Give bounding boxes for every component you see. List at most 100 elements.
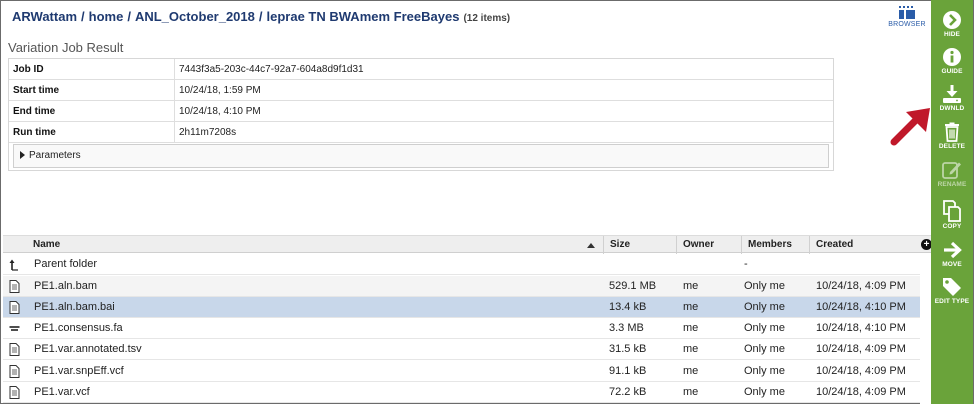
arrow-right-icon <box>944 241 962 259</box>
row-name: PE1.var.annotated.tsv <box>34 343 142 355</box>
table-row[interactable]: PE1.consensus.fa 3.3 MB me Only me 10/24… <box>3 318 920 339</box>
move-label: MOVE <box>942 261 962 268</box>
section-title: Variation Job Result <box>8 40 124 55</box>
row-members: Only me <box>744 280 785 292</box>
row-size: 72.2 kB <box>609 386 647 398</box>
download-label: DWNLD <box>939 105 965 112</box>
breadcrumb-separator: / <box>81 9 85 24</box>
row-created: 10/24/18, 4:10 PM <box>816 322 906 334</box>
hide-button[interactable]: HIDE <box>931 10 973 38</box>
row-owner: me <box>683 301 699 313</box>
up-arrow-icon <box>9 259 18 271</box>
caret-right-icon <box>20 151 25 159</box>
row-created: 10/24/18, 4:10 PM <box>816 301 906 313</box>
column-header-created[interactable]: Created <box>809 236 919 254</box>
row-members: Only me <box>744 322 785 334</box>
table-row-selected[interactable]: PE1.aln.bam.bai 13.4 kB me Only me 10/24… <box>3 297 920 318</box>
sequence-icon <box>9 326 20 331</box>
row-owner: me <box>683 322 699 334</box>
delete-button[interactable]: DELETE <box>931 122 973 150</box>
chevron-right-circle-icon <box>943 11 961 29</box>
sort-ascending-icon[interactable] <box>587 243 595 248</box>
row-name: PE1.var.snpEff.vcf <box>34 365 124 377</box>
job-key: End time <box>8 100 175 122</box>
row-owner: me <box>683 280 699 292</box>
trash-icon <box>945 122 959 142</box>
copy-icon <box>943 200 961 222</box>
breadcrumb-separator: / <box>127 9 131 24</box>
file-icon <box>9 386 20 399</box>
job-key: Start time <box>8 79 175 101</box>
file-icon <box>9 343 20 356</box>
row-name: PE1.var.vcf <box>34 386 90 398</box>
row-size: 91.1 kB <box>609 365 647 377</box>
row-owner: me <box>683 386 699 398</box>
row-members: Only me <box>744 365 785 377</box>
column-header-name[interactable]: Name <box>27 236 599 254</box>
move-button[interactable]: MOVE <box>931 240 973 268</box>
row-size: 3.3 MB <box>609 322 644 334</box>
row-owner: me <box>683 343 699 355</box>
grid-scrollbar-track[interactable] <box>920 253 931 404</box>
row-members: - <box>744 258 748 270</box>
row-members: Only me <box>744 386 785 398</box>
table-row[interactable]: PE1.aln.bam 529.1 MB me Only me 10/24/18… <box>3 276 920 297</box>
table-row[interactable]: PE1.var.vcf 72.2 kB me Only me 10/24/18,… <box>3 382 920 403</box>
edit-type-button[interactable]: EDIT TYPE <box>931 277 973 305</box>
job-value: 10/24/18, 4:10 PM <box>174 100 834 122</box>
row-name: Parent folder <box>34 258 97 270</box>
hide-label: HIDE <box>944 31 960 38</box>
breadcrumb-current: leprae TN BWAmem FreeBayes <box>266 9 460 24</box>
row-created: 10/24/18, 4:09 PM <box>816 365 906 377</box>
row-members: Only me <box>744 301 785 313</box>
job-key: Run time <box>8 121 175 143</box>
column-header-size[interactable]: Size <box>603 236 675 254</box>
row-created: 10/24/18, 4:09 PM <box>816 386 906 398</box>
row-size: 529.1 MB <box>609 280 657 292</box>
browser-label: BROWSER <box>888 21 926 28</box>
row-created: 10/24/18, 4:09 PM <box>816 343 906 355</box>
tag-icon <box>943 278 961 296</box>
job-value: 2h11m7208s <box>174 121 834 143</box>
row-name: PE1.consensus.fa <box>34 322 123 334</box>
column-header-owner[interactable]: Owner <box>676 236 740 254</box>
delete-label: DELETE <box>938 143 966 150</box>
job-row: End time 10/24/18, 4:10 PM <box>8 100 834 122</box>
breadcrumb-separator: / <box>258 9 263 24</box>
pointer-arrow-icon <box>890 108 930 146</box>
guide-label: GUIDE <box>941 68 963 75</box>
parameters-toggle[interactable]: Parameters <box>13 144 829 168</box>
breadcrumb-folder[interactable]: ANL_October_2018 <box>135 9 255 24</box>
job-value: 10/24/18, 1:59 PM <box>174 79 834 101</box>
row-size: 13.4 kB <box>609 301 647 313</box>
column-header-members[interactable]: Members <box>741 236 809 254</box>
job-value: 7443f3a5-203c-44c7-92a7-604a8d9f1d31 <box>174 58 834 80</box>
row-name: PE1.aln.bam <box>34 280 97 292</box>
job-details-table: Job ID 7443f3a5-203c-44c7-92a7-604a8d9f1… <box>8 58 834 143</box>
copy-button[interactable]: COPY <box>931 200 973 230</box>
copy-label: COPY <box>942 223 962 230</box>
job-row: Run time 2h11m7208s <box>8 121 834 143</box>
file-icon <box>9 280 20 293</box>
item-count: (12 items) <box>463 13 511 24</box>
breadcrumb-user[interactable]: ARWattam <box>12 9 77 24</box>
rename-button: RENAME <box>931 160 973 188</box>
guide-button[interactable]: GUIDE <box>931 47 973 75</box>
breadcrumb-home[interactable]: home <box>89 9 124 24</box>
table-row[interactable]: PE1.var.annotated.tsv 31.5 kB me Only me… <box>3 339 920 360</box>
breadcrumb: ARWattam / home / ANL_October_2018/leprae TN… <box>12 9 510 24</box>
browser-button[interactable]: BROWSER <box>888 6 926 28</box>
job-row: Start time 10/24/18, 1:59 PM <box>8 79 834 101</box>
download-button[interactable]: DWNLD <box>931 84 973 112</box>
download-icon <box>943 85 961 103</box>
info-icon <box>943 48 961 66</box>
table-row[interactable]: PE1.var.snpEff.vcf 91.1 kB me Only me 10… <box>3 361 920 382</box>
row-created: 10/24/18, 4:09 PM <box>816 280 906 292</box>
row-owner: me <box>683 365 699 377</box>
parent-folder-row[interactable]: Parent folder - <box>3 254 920 275</box>
row-members: Only me <box>744 343 785 355</box>
edit-icon <box>942 162 961 179</box>
row-name: PE1.aln.bam.bai <box>34 301 115 313</box>
file-icon <box>9 301 20 314</box>
edit-type-label: EDIT TYPE <box>934 298 970 305</box>
